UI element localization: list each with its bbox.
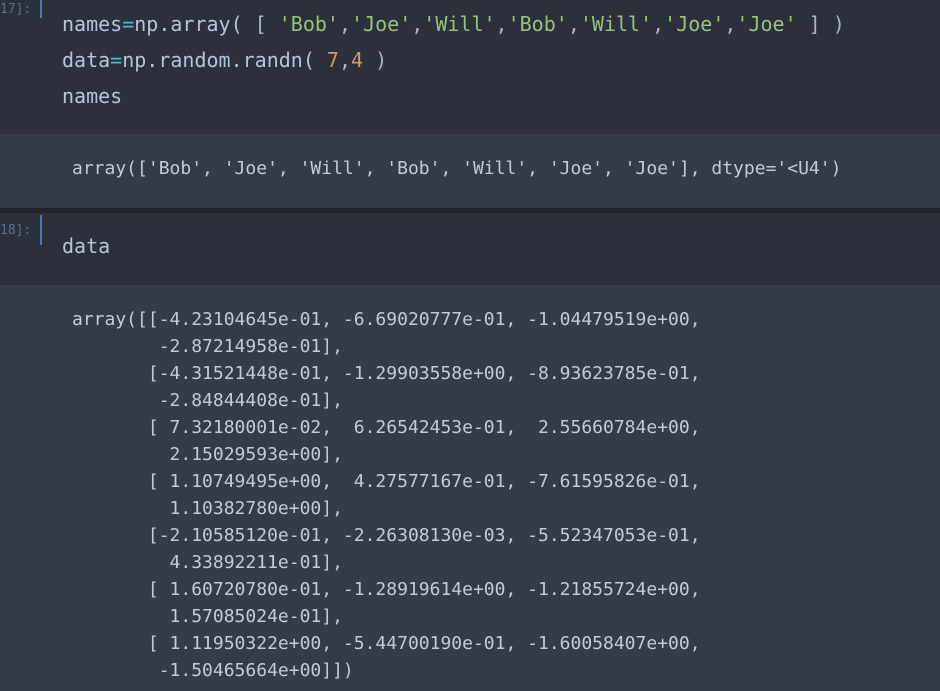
token-comma: , — [411, 12, 424, 36]
output-line: -1.50465664e+00]]) — [72, 660, 354, 681]
cell-18-prompt-bar — [40, 215, 42, 245]
cell-18-output: array([[-4.23104645e-01, -6.69020777e-01… — [0, 285, 940, 691]
token-comma: , — [495, 12, 508, 36]
output-line: [-2.10585120e-01, -2.26308130e-03, -5.52… — [72, 525, 701, 546]
token-paren: ) — [363, 48, 388, 72]
output-text: array(['Bob', 'Joe', 'Will', 'Bob', 'Wil… — [72, 158, 842, 179]
output-line: array([[-4.23104645e-01, -6.69020777e-01… — [72, 309, 701, 330]
token-var: names — [62, 12, 123, 36]
token-string: 'Bob' — [507, 12, 568, 36]
output-line: [ 1.11950322e+00, -5.44700190e-01, -1.60… — [72, 633, 701, 654]
token-string: 'Joe' — [351, 12, 412, 36]
output-line: 2.15029593e+00], — [72, 444, 343, 465]
token-comma: , — [338, 48, 352, 72]
cell-18-input[interactable]: 18]: data — [0, 213, 940, 285]
output-line: -2.84844408e-01], — [72, 390, 343, 411]
code-line-1: names=np.array( [ 'Bob','Joe','Will','Bo… — [62, 12, 845, 36]
cell-17-output: array(['Bob', 'Joe', 'Will', 'Bob', 'Wil… — [0, 134, 940, 208]
token-call: np.array( — [134, 12, 243, 36]
code-line-2: data=np.random.randn( 7,4 ) — [62, 48, 387, 72]
output-line: [ 1.10749495e+00, 4.27577167e-01, -7.615… — [72, 471, 701, 492]
token-var: data — [62, 48, 111, 72]
output-line: [ 7.32180001e-02, 6.26542453e-01, 2.5566… — [72, 417, 701, 438]
output-line: 1.10382780e+00], — [72, 498, 343, 519]
token-operator: = — [110, 48, 123, 72]
token-number: 7 — [314, 48, 339, 72]
token-call: np.random.randn( — [122, 48, 315, 72]
token-comma: , — [652, 12, 665, 36]
code-line-3: names — [62, 84, 123, 108]
token-bracket: [ — [242, 12, 279, 36]
token-bracket: ] ) — [796, 12, 845, 36]
token-string: 'Will' — [423, 12, 496, 36]
cell-18-prompt: 18]: — [0, 223, 32, 238]
token-string: 'Will' — [579, 12, 653, 36]
output-line: 1.57085024e-01], — [72, 606, 343, 627]
notebook: 17]: names=np.array( [ 'Bob','Joe','Will… — [0, 0, 940, 691]
cell-17-input[interactable]: 17]: names=np.array( [ 'Bob','Joe','Will… — [0, 0, 940, 134]
token-operator: = — [122, 12, 135, 36]
cell-17-prompt-bar — [40, 0, 42, 18]
token-string: 'Joe' — [736, 12, 797, 36]
token-number: 4 — [351, 48, 364, 72]
output-line: [-4.31521448e-01, -1.29903558e+00, -8.93… — [72, 363, 701, 384]
token-string: 'Bob' — [278, 12, 339, 36]
code-line-1: data — [62, 234, 111, 258]
token-comma: , — [338, 12, 352, 36]
cell-17-prompt: 17]: — [0, 2, 32, 17]
token-comma: , — [724, 12, 737, 36]
token-string: 'Joe' — [664, 12, 725, 36]
output-line: 4.33892211e-01], — [72, 552, 343, 573]
output-line: -2.87214958e-01], — [72, 336, 343, 357]
token-comma: , — [567, 12, 580, 36]
output-line: [ 1.60720780e-01, -1.28919614e+00, -1.21… — [72, 579, 701, 600]
